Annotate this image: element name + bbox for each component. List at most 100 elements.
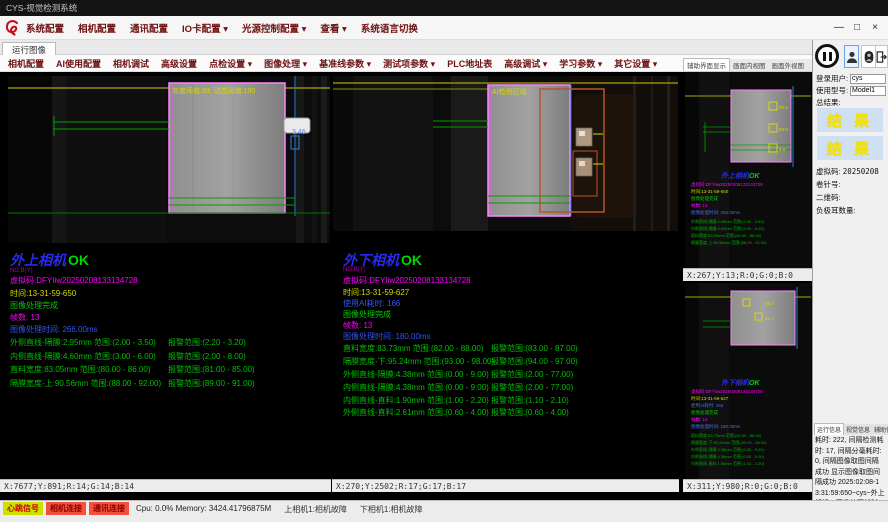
toolbar-item[interactable]: 学习参数 ▾ [559, 57, 602, 70]
toolbar-item[interactable]: 高级调试 ▾ [504, 57, 547, 70]
left-measurements: 外侧直线-隔膜:2.95mm 范围:(2.00 - 3.50) 报警范围:(2.… [0, 337, 331, 391]
alarm-range: 报警范围:(94.00 - 97.00) [491, 356, 578, 367]
measurement-text: 外侧直线-隔膜:4.38mm 范围:(0.00 - 9.00) [343, 369, 489, 380]
result-box-1: 结 果 [817, 108, 883, 132]
measurement-text: 外侧直线-隔膜:4.38mm 范围:(0.00 - 9.00) [691, 446, 765, 452]
thumb-tab-inner[interactable]: 画面内视图 [730, 59, 769, 71]
right-panel: 登录用户: 使用型号: 总结果: 结 果 结 果 虚拟码: 20250208 卷… [812, 40, 888, 500]
log-tab-aux[interactable]: 辅助信息 [872, 424, 888, 435]
capture-time: 时间:13-31-59-627 [691, 395, 729, 402]
measurement-text: 外侧直线-隔膜:2.95mm 范围:(2.00 - 3.50) [10, 337, 156, 348]
toolbar-item[interactable]: 高级设置 [161, 57, 197, 70]
model-input[interactable] [850, 86, 886, 96]
toolbar-item[interactable]: 相机调试 [113, 57, 149, 70]
menu-items: 系统配置相机配置通讯配置 IO卡配置 ▾ 光源控制配置 ▾ 查看 ▾ 系统语言切换 [26, 21, 418, 35]
toolbar-item[interactable]: 测试项参数 ▾ [383, 57, 435, 70]
thumb-tab-aux[interactable]: 辅助界面显示 [683, 58, 730, 71]
process-done: 图像处理完成 [691, 409, 718, 416]
menu-item[interactable]: 相机配置 [78, 21, 116, 35]
login-user-row: 登录用户: [816, 73, 886, 84]
log-tab-vision[interactable]: 视觉信息 [844, 424, 872, 435]
app-logo-icon [4, 19, 20, 37]
menu-item[interactable]: 系统语言切换 [361, 21, 418, 35]
marker-label: 95.2 [765, 301, 774, 306]
menu-item[interactable]: 通讯配置 [130, 21, 168, 35]
measurement-row: 隔膜宽度-下:95.24mm 范围:(93.00 - 98.00) 报警范围:(… [333, 356, 679, 369]
thumb-tab-outer[interactable]: 画面外视图 [769, 59, 808, 71]
thumb2-pixel-readout: X:311;Y:980;R:0;G:0;B:0 [683, 479, 812, 492]
measurement-text: 内侧直线-直料:1.90mm 范围:(1.00 - 2.20) [691, 460, 765, 466]
exit-button[interactable] [875, 45, 888, 68]
lower-camera-status: 下相机1:相机故障 [360, 502, 423, 515]
left-camera-image[interactable]: 3.46 灰度阈值:93, 动态阈值:100 [8, 76, 330, 243]
svg-text:外上相机OK: 外上相机OK [720, 171, 760, 180]
menu-item[interactable]: 系统配置 [26, 21, 64, 35]
menu-item[interactable]: 光源控制配置 ▾ [242, 21, 306, 35]
control-buttons [813, 43, 888, 71]
pause-button[interactable] [815, 44, 839, 68]
view-tab-strip: 运行图像 [0, 40, 888, 55]
thumb2-camera-image[interactable]: 95.2 83.7 外下相机OK 虚拟码:DFYIiw2025020813313… [685, 283, 811, 479]
virtual-code: 虚拟码:DFYIiw20250208133134728 [10, 275, 138, 286]
main-content: 3.46 灰度阈值:93, 动态阈值:100 外上相机OK NG:B(Y) 虚拟… [0, 72, 812, 500]
result-box-2: 结 果 [817, 136, 883, 160]
log-tab-run[interactable]: 运行信息 [814, 423, 844, 435]
minimize-button[interactable]: — [830, 18, 848, 38]
middle-pixel-readout: X:270;Y:2502;R:17;G:17;B:17 [332, 479, 679, 492]
tab-run-image[interactable]: 运行图像 [2, 42, 56, 56]
toolbar-item[interactable]: AI使用配置 [56, 57, 101, 70]
measurement-text: 外侧直线-直料:2.61mm 范围:(0.60 - 4.00) [343, 407, 489, 418]
measurement-row: 外侧直线-隔膜:4.38mm 范围:(0.00 - 9.00) 报警范围:(2.… [333, 369, 679, 382]
virtual-code-label: 虚拟码: [816, 167, 841, 176]
measurement-text: 直料宽度:83.73mm 范围:(82.00 - 88.00) [343, 343, 484, 354]
toolbar-item[interactable]: 其它设置 ▾ [614, 57, 657, 70]
measurement-text: 隔膜宽度-下:95.24mm 范围:(93.00 - 98.00) [691, 439, 767, 445]
virtual-code: 虚拟码:DFYIiw20250208133134728 [343, 275, 471, 286]
ng-label: NG:B(Y) [343, 267, 366, 273]
virtual-code: 虚拟码:DFYIiw20250208133134728 [691, 181, 763, 188]
measurement-text: 内侧直线-隔膜:4.38mm 范围:(0.00 - 9.00) [343, 382, 489, 393]
window-controls: — □ × [830, 18, 884, 38]
menu-item[interactable]: 查看 ▾ [320, 21, 346, 35]
app-window: CYS-视觉检测系统 系统配置相机配置通讯配置IO卡配置 ▾光源控制配置 ▾查看… [0, 0, 888, 522]
process-time: 图像处理时间: 266.00ms [691, 209, 741, 216]
toolbar-item[interactable]: 相机配置 [8, 57, 44, 70]
measurement-text: 外侧直线-隔膜:2.95mm 范围:(2.00 - 3.50) [691, 218, 765, 224]
alarm-range: 报警范围:(2.00 - 77.00) [491, 382, 573, 393]
measurement-row: 外侧直线-直料:2.61mm 范围:(0.60 - 4.00) 报警范围:(0.… [333, 407, 679, 420]
model-row: 使用型号: [816, 85, 886, 96]
svg-text:外下相机OK: 外下相机OK [720, 378, 760, 387]
alarm-range: 报警范围:(0.60 - 4.00) [491, 407, 569, 418]
marker-label: 83.0 [779, 127, 788, 132]
toolbar-item[interactable]: 基准线参数 ▾ [319, 57, 371, 70]
qr-code-label: 二维码: [816, 192, 841, 203]
menu-item[interactable]: IO卡配置 ▾ [182, 21, 228, 35]
user-login-button[interactable] [844, 45, 859, 68]
measurement-row: 外侧直线-隔膜:2.95mm 范围:(2.00 - 3.50) 报警范围:(2.… [0, 337, 331, 351]
operator-button[interactable] [861, 45, 876, 68]
virtual-code: 虚拟码:DFYIiw20250208133134728 [691, 388, 763, 395]
result-ok: OK [68, 252, 89, 268]
toolbar-item[interactable]: 图像处理 ▾ [264, 57, 307, 70]
result-ok: OK [749, 173, 760, 180]
maximize-button[interactable]: □ [848, 18, 866, 38]
toolbar-item[interactable]: 点检设置 ▾ [209, 57, 252, 70]
user-icon [846, 49, 858, 65]
marker-label: 90.5 [779, 105, 788, 110]
cpu-memory-readout: Cpu: 0.0% Memory: 3424.41796875M [136, 502, 271, 513]
measurement-text: 隔膜宽度-下:95.24mm 范围:(93.00 - 98.00) [343, 356, 494, 367]
total-result-label: 总结果: [816, 97, 841, 108]
measure-label: 3.46 [292, 129, 306, 136]
title-bar: CYS-视觉检测系统 [0, 0, 888, 16]
measurement-row: 内侧直线-隔膜:4.38mm 范围:(0.00 - 9.00) 报警范围:(2.… [333, 382, 679, 395]
measurement-row: 内侧直线-直料:1.90mm 范围:(1.00 - 2.20) 报警范围:(1.… [333, 395, 679, 408]
close-button[interactable]: × [866, 18, 884, 38]
toolbar-item[interactable]: PLC地址表 [447, 57, 492, 70]
alarm-range: 报警范围:(89.00 - 91.00) [168, 378, 255, 389]
process-time: 图像处理时间: 180.00ms [343, 331, 431, 342]
thumb1-camera-image[interactable]: 90.5 83.0 4.6 外上相机OK 虚拟码:DFYIiw202502081… [685, 72, 811, 268]
login-user-input[interactable] [850, 74, 886, 84]
middle-camera-image[interactable]: AI检测区域 [333, 76, 678, 231]
ai-time: 使用AI耗时: 166 [691, 402, 724, 409]
process-time: 图像处理时间: 180.00ms [691, 423, 741, 430]
